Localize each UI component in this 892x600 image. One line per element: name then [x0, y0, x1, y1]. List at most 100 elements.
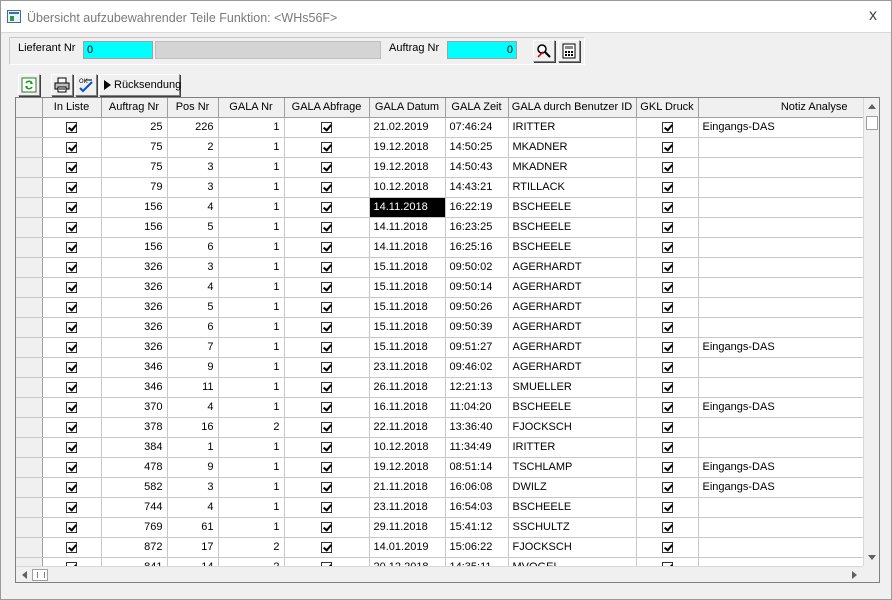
cell-pos-nr[interactable]: 3 [167, 157, 219, 178]
table-row[interactable]: 75 2 1 19.12.2018 14:50:25 MKADNER [16, 137, 867, 158]
row-selector[interactable] [16, 317, 43, 338]
cell-gala-datum[interactable]: 16.11.2018 [369, 397, 446, 418]
cell-pos-nr[interactable]: 11 [167, 377, 219, 398]
checkbox[interactable] [321, 441, 332, 453]
checkbox[interactable] [661, 341, 673, 353]
cell-gala-benutzer[interactable]: FJOCKSCH [508, 537, 637, 558]
cell-gala-nr[interactable]: 1 [218, 457, 285, 478]
cell-in-liste[interactable] [42, 217, 102, 238]
cell-gala-benutzer[interactable]: SSCHULTZ [508, 517, 637, 538]
cell-gala-benutzer[interactable]: AGERHARDT [508, 357, 637, 378]
cell-gala-zeit[interactable]: 11:04:20 [445, 397, 509, 418]
cell-gala-datum[interactable]: 15.11.2018 [369, 277, 446, 298]
checkbox[interactable] [66, 501, 77, 513]
cell-gkl-druck[interactable] [636, 397, 699, 418]
cell-gala-zeit[interactable]: 07:46:24 [445, 117, 509, 138]
col-gkl-druck[interactable]: GKL Druck [636, 98, 699, 118]
cell-gala-benutzer[interactable]: BSCHEELE [508, 397, 637, 418]
cell-gala-datum[interactable]: 14.11.2018 [369, 237, 446, 258]
checkbox[interactable] [661, 241, 673, 253]
checkbox[interactable] [661, 501, 673, 513]
cell-gkl-druck[interactable] [636, 337, 699, 358]
cell-gala-datum[interactable]: 29.11.2018 [369, 517, 446, 538]
cell-notiz-analyse[interactable] [698, 277, 867, 298]
cell-gala-benutzer[interactable]: MKADNER [508, 157, 637, 178]
cell-pos-nr[interactable]: 4 [167, 197, 219, 218]
row-selector[interactable] [16, 217, 43, 238]
checkbox[interactable] [66, 381, 77, 393]
cell-gkl-druck[interactable] [636, 217, 699, 238]
cell-gala-abfrage[interactable] [284, 217, 370, 238]
cell-in-liste[interactable] [42, 237, 102, 258]
cell-gala-nr[interactable]: 1 [218, 477, 285, 498]
cell-gala-nr[interactable]: 1 [218, 257, 285, 278]
cell-gala-nr[interactable]: 1 [218, 157, 285, 178]
cell-gala-datum[interactable]: 19.12.2018 [369, 457, 446, 478]
cell-gala-benutzer[interactable]: AGERHARDT [508, 257, 637, 278]
cell-gala-zeit[interactable]: 16:23:25 [445, 217, 509, 238]
cell-in-liste[interactable] [42, 437, 102, 458]
cell-in-liste[interactable] [42, 357, 102, 378]
checkbox[interactable] [661, 421, 673, 433]
table-row[interactable]: 478 9 1 19.12.2018 08:51:14 TSCHLAMP Eingangs-… [16, 457, 867, 478]
cell-gala-abfrage[interactable] [284, 497, 370, 518]
cell-notiz-analyse[interactable] [698, 257, 867, 278]
checkbox[interactable] [321, 361, 332, 373]
cell-in-liste[interactable] [42, 457, 102, 478]
cell-pos-nr[interactable]: 9 [167, 357, 219, 378]
row-selector[interactable] [16, 377, 43, 398]
cell-gala-zeit[interactable]: 16:22:19 [445, 197, 509, 218]
cell-auftrag-nr[interactable]: 744 [101, 497, 168, 518]
cell-in-liste[interactable] [42, 297, 102, 318]
cell-gala-nr[interactable]: 1 [218, 217, 285, 238]
cell-in-liste[interactable] [42, 137, 102, 158]
row-selector[interactable] [16, 477, 43, 498]
cell-pos-nr[interactable]: 4 [167, 397, 219, 418]
cell-pos-nr[interactable]: 1 [167, 437, 219, 458]
cell-in-liste[interactable] [42, 497, 102, 518]
cell-gala-benutzer[interactable]: FJOCKSCH [508, 417, 637, 438]
cell-gala-benutzer[interactable]: TSCHLAMP [508, 457, 637, 478]
cell-pos-nr[interactable]: 4 [167, 277, 219, 298]
row-selector[interactable] [16, 417, 43, 438]
cell-auftrag-nr[interactable]: 326 [101, 337, 168, 358]
row-selector[interactable] [16, 457, 43, 478]
col-pos-nr[interactable]: Pos Nr [167, 98, 219, 118]
col-gala-benutzer[interactable]: GALA durch Benutzer ID [508, 98, 637, 118]
cell-gala-abfrage[interactable] [284, 197, 370, 218]
cell-notiz-analyse[interactable] [698, 377, 867, 398]
checkbox[interactable] [66, 361, 77, 373]
cell-gala-abfrage[interactable] [284, 377, 370, 398]
cell-auftrag-nr[interactable]: 370 [101, 397, 168, 418]
cell-gala-nr[interactable]: 1 [218, 397, 285, 418]
cell-in-liste[interactable] [42, 117, 102, 138]
cell-gkl-druck[interactable] [636, 197, 699, 218]
checkbox[interactable] [321, 241, 332, 253]
cell-gkl-druck[interactable] [636, 137, 699, 158]
table-row[interactable]: 156 5 1 14.11.2018 16:23:25 BSCHEELE [16, 217, 867, 238]
cell-gala-abfrage[interactable] [284, 537, 370, 558]
cell-gala-datum[interactable]: 15.11.2018 [369, 317, 446, 338]
cell-gala-abfrage[interactable] [284, 137, 370, 158]
cell-gala-abfrage[interactable] [284, 477, 370, 498]
checkbox[interactable] [321, 221, 332, 233]
cell-gala-datum[interactable]: 23.11.2018 [369, 497, 446, 518]
col-gala-abfrage[interactable]: GALA Abfrage [284, 98, 370, 118]
cell-gala-nr[interactable]: 1 [218, 117, 285, 138]
cell-pos-nr[interactable]: 7 [167, 337, 219, 358]
row-selector[interactable] [16, 277, 43, 298]
cell-gala-nr[interactable]: 1 [218, 317, 285, 338]
row-selector[interactable] [16, 517, 43, 538]
cell-gala-zeit[interactable]: 15:41:12 [445, 517, 509, 538]
checkbox[interactable] [321, 321, 332, 333]
cell-pos-nr[interactable]: 17 [167, 537, 219, 558]
checkbox[interactable] [661, 201, 673, 213]
cell-notiz-analyse[interactable] [698, 357, 867, 378]
table-row[interactable]: 378 16 2 22.11.2018 13:36:40 FJOCKSCH [16, 417, 867, 438]
cell-auftrag-nr[interactable]: 346 [101, 377, 168, 398]
cell-auftrag-nr[interactable]: 326 [101, 297, 168, 318]
cell-in-liste[interactable] [42, 537, 102, 558]
cell-pos-nr[interactable]: 6 [167, 317, 219, 338]
checkbox[interactable] [661, 181, 673, 193]
cell-gala-benutzer[interactable]: RTILLACK [508, 177, 637, 198]
